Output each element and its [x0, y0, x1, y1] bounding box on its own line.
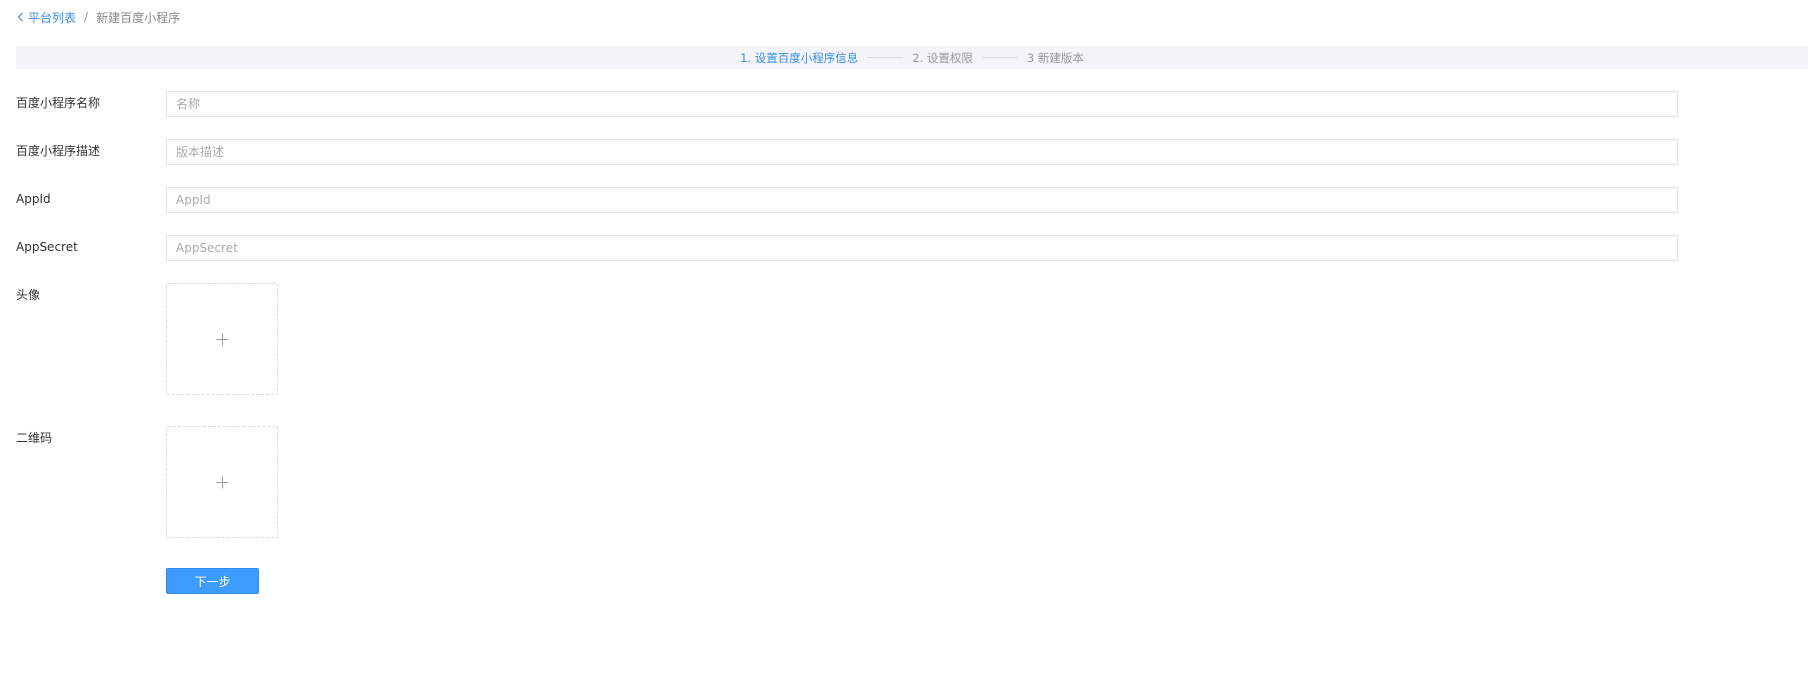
next-step-button[interactable]: 下一步	[166, 568, 259, 594]
qrcode-label: 二维码	[16, 431, 53, 445]
avatar-label: 头像	[16, 288, 41, 302]
step-connector	[867, 57, 904, 58]
step-connector	[981, 57, 1018, 58]
appid-label: AppId	[16, 192, 51, 206]
breadcrumb-separator: /	[84, 10, 89, 24]
plus-icon	[216, 333, 228, 345]
name-label: 百度小程序名称	[16, 96, 101, 110]
plus-icon	[216, 476, 228, 488]
step-3: 3 新建版本	[1026, 50, 1084, 65]
form-row-avatar: 头像	[16, 283, 278, 395]
breadcrumb: 平台列表 / 新建百度小程序	[17, 9, 180, 25]
breadcrumb-current: 新建百度小程序	[96, 10, 181, 25]
back-link[interactable]: 平台列表	[17, 9, 76, 26]
name-input[interactable]	[166, 91, 1678, 117]
description-label: 百度小程序描述	[16, 144, 101, 158]
form-row-description: 百度小程序描述	[16, 139, 1678, 165]
appid-input[interactable]	[166, 187, 1678, 213]
appsecret-label: AppSecret	[16, 240, 78, 254]
form-row-appid: AppId	[16, 187, 1678, 213]
description-input[interactable]	[166, 139, 1678, 165]
form-row-name: 百度小程序名称	[16, 91, 1678, 117]
form-row-appsecret: AppSecret	[16, 235, 1678, 261]
avatar-uploader[interactable]	[166, 283, 278, 395]
form-row-qrcode: 二维码	[16, 426, 278, 538]
appsecret-input[interactable]	[166, 235, 1678, 261]
step-1: 1. 设置百度小程序信息	[740, 50, 859, 65]
step-2: 2. 设置权限	[912, 50, 973, 65]
qrcode-uploader[interactable]	[166, 426, 278, 538]
steps-bar: 1. 设置百度小程序信息 2. 设置权限 3 新建版本	[16, 46, 1808, 69]
chevron-left-icon	[17, 12, 23, 22]
back-link-label: 平台列表	[28, 10, 77, 25]
